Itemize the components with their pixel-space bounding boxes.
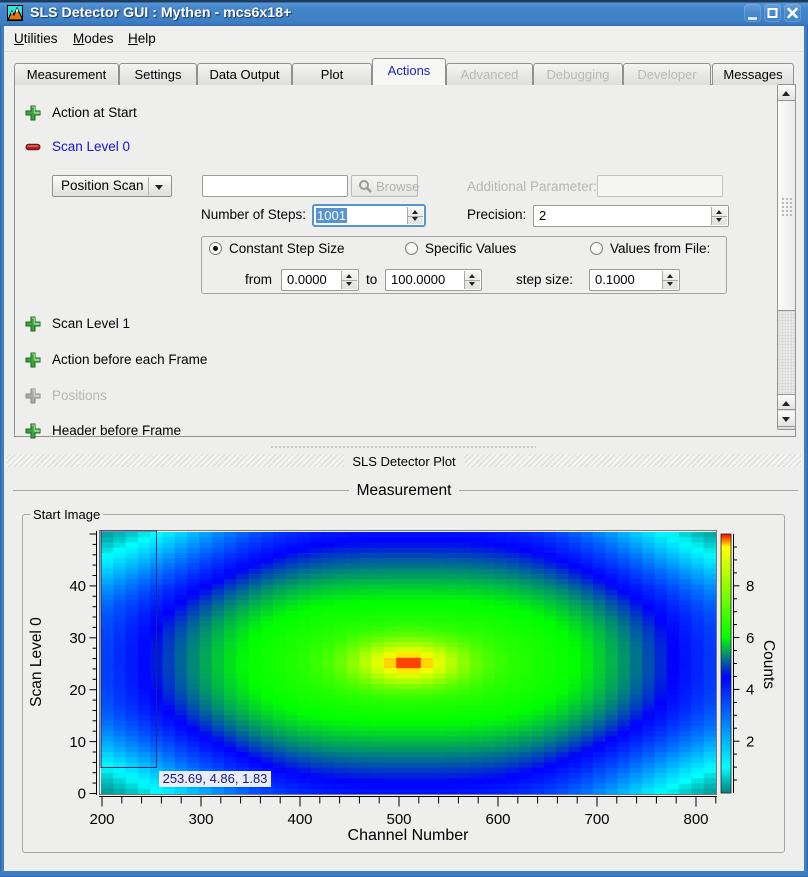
svg-text:0: 0 — [78, 786, 86, 803]
svg-text:Scan Level 0: Scan Level 0 — [28, 617, 45, 707]
svg-text:800: 800 — [683, 811, 708, 828]
svg-text:700: 700 — [584, 811, 609, 828]
svg-text:Counts: Counts — [760, 640, 777, 689]
svg-text:300: 300 — [188, 811, 213, 828]
svg-text:8: 8 — [746, 578, 754, 595]
svg-text:400: 400 — [287, 811, 312, 828]
svg-text:20: 20 — [69, 682, 86, 699]
svg-text:30: 30 — [69, 630, 86, 647]
svg-text:4: 4 — [746, 682, 754, 699]
svg-text:2: 2 — [746, 733, 754, 750]
svg-text:6: 6 — [746, 630, 754, 647]
svg-text:40: 40 — [69, 578, 86, 595]
svg-text:600: 600 — [485, 811, 510, 828]
svg-text:Channel Number: Channel Number — [348, 827, 470, 844]
svg-text:500: 500 — [386, 811, 411, 828]
svg-text:200: 200 — [89, 811, 114, 828]
svg-text:10: 10 — [69, 734, 86, 751]
